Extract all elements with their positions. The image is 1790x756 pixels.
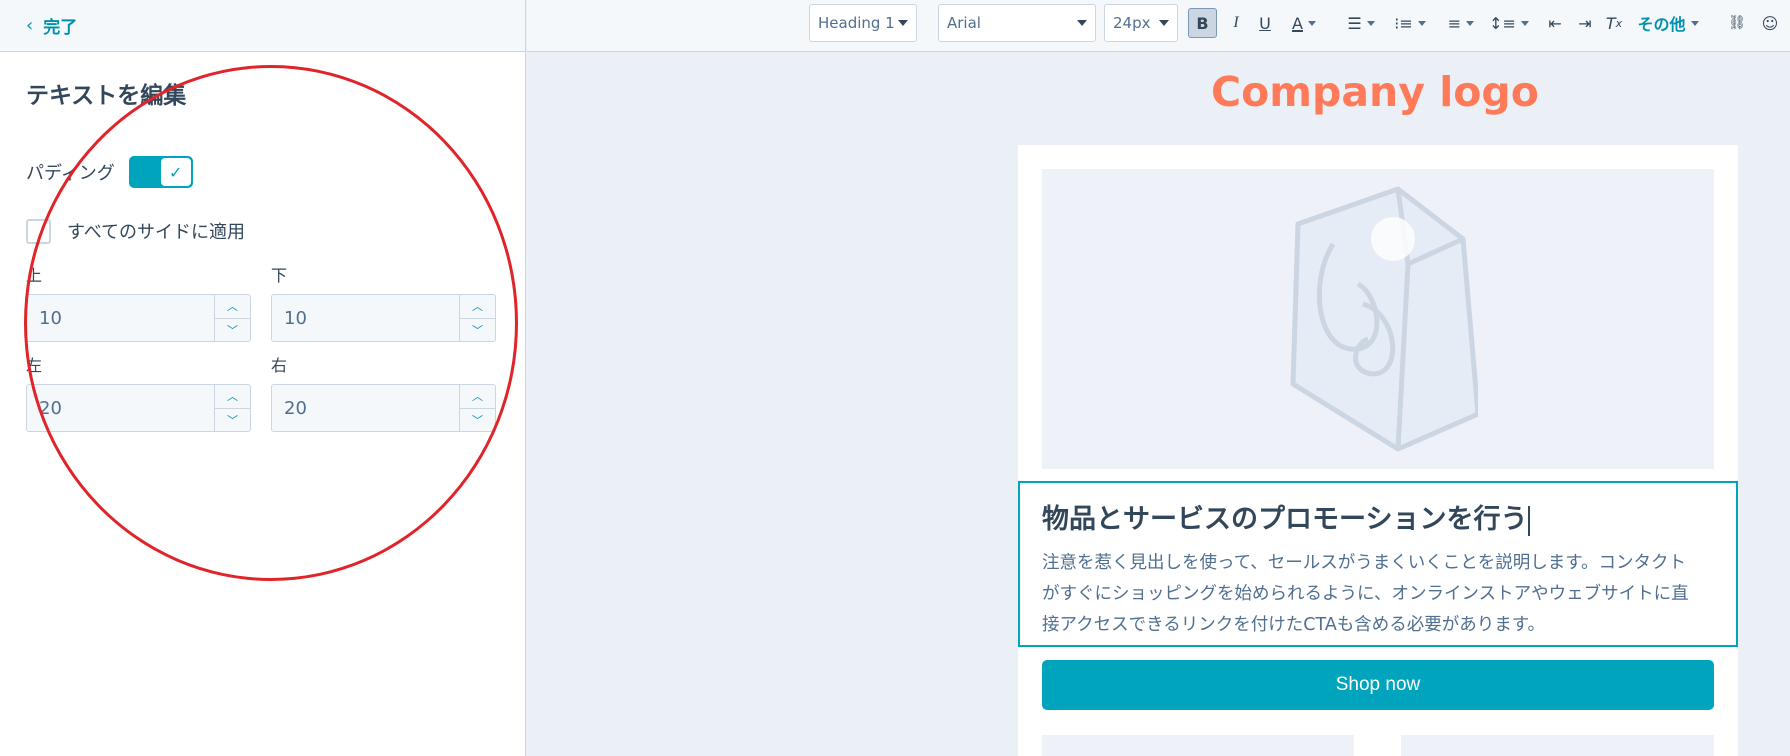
emoji-button[interactable]: ☺ (1759, 8, 1781, 38)
decrement-icon[interactable]: ﹀ (460, 319, 495, 342)
decrement-icon[interactable]: ﹀ (460, 409, 495, 432)
bottom-padding-stepper[interactable]: 10 ︿ ﹀ (271, 294, 496, 342)
underline-button[interactable]: U (1253, 8, 1277, 38)
done-label: 完了 (43, 18, 78, 38)
chevron-left-icon: ‹ (26, 15, 34, 36)
increment-icon[interactable]: ︿ (215, 295, 250, 319)
panel-title: テキストを編集 (26, 83, 187, 109)
bullet-list-button[interactable]: ⁝≡ (1387, 8, 1433, 38)
caret-down-icon (1366, 20, 1375, 26)
more-button[interactable]: その他 (1635, 8, 1701, 38)
align-button[interactable]: ☰ (1343, 8, 1379, 38)
apply-all-row: すべてのサイドに適用 (26, 218, 245, 244)
increment-icon[interactable]: ︿ (460, 295, 495, 319)
padding-row: パディング ✓ (26, 156, 193, 188)
clear-format-button[interactable]: Tx (1603, 8, 1625, 38)
indent-button[interactable]: ⇥ (1574, 8, 1596, 38)
hero-image[interactable] (1042, 169, 1714, 469)
caret-down-icon (1520, 20, 1529, 26)
text-color-button[interactable]: A (1281, 8, 1327, 38)
caret-down-icon (1466, 20, 1475, 26)
decrement-icon[interactable]: ﹀ (215, 319, 250, 342)
outdent-button[interactable]: ⇤ (1544, 8, 1566, 38)
text-style-select[interactable]: Heading 1 (809, 4, 917, 42)
italic-button[interactable]: I (1224, 8, 1248, 38)
product-image-left[interactable] (1042, 735, 1354, 756)
font-family-value: Arial (947, 14, 981, 32)
bold-button[interactable]: B (1188, 8, 1217, 38)
numbered-list-icon: ≡ (1447, 13, 1462, 33)
check-icon: ✓ (159, 157, 192, 187)
caret-down-icon (1417, 20, 1426, 26)
left-padding-stepper[interactable]: 20 ︿ ﹀ (26, 384, 251, 432)
right-padding-label: 右 (271, 356, 288, 375)
text-cursor (1528, 505, 1531, 536)
font-family-select[interactable]: Arial (938, 4, 1096, 42)
align-left-icon: ☰ (1347, 13, 1362, 33)
caret-down-icon (1307, 20, 1316, 26)
top-padding-label: 上 (26, 266, 43, 285)
line-height-button[interactable]: ↕≡ (1489, 8, 1529, 38)
body-line: 接アクセスできるリンクを付けたCTAも含める必要があります。 (1042, 615, 1546, 635)
left-padding-label: 左 (26, 356, 43, 375)
link-icon: ⛓ (1728, 15, 1746, 31)
right-padding-stepper[interactable]: 20 ︿ ﹀ (271, 384, 496, 432)
line-height-icon: ↕≡ (1489, 13, 1516, 33)
rich-text-toolbar: Heading 1 Arial 24px B I U A ☰ ⁝≡ ≡ ↕≡ ⇤… (527, 0, 1790, 52)
panel-header: ‹ 完了 (0, 0, 525, 52)
shopping-bag-icon (1290, 186, 1478, 452)
decrement-icon[interactable]: ﹀ (215, 409, 250, 432)
bottom-padding-input[interactable]: 10 (272, 295, 459, 341)
link-button[interactable]: ⛓ (1727, 8, 1747, 38)
indent-icon: ⇥ (1578, 13, 1592, 33)
email-heading[interactable]: 物品とサービスのプロモーションを行う (1042, 497, 1714, 536)
bullet-list-icon: ⁝≡ (1394, 13, 1413, 33)
top-padding-stepper[interactable]: 10 ︿ ﹀ (26, 294, 251, 342)
left-padding-input[interactable]: 20 (27, 385, 214, 431)
text-module[interactable]: 物品とサービスのプロモーションを行う 注意を惹く見出しを使って、セールスがうまく… (1018, 481, 1738, 647)
more-label: その他 (1637, 15, 1686, 34)
padding-label: パディング (26, 163, 115, 184)
product-image-right[interactable] (1401, 735, 1714, 756)
bottom-padding-label: 下 (271, 266, 288, 285)
caret-down-icon (898, 20, 908, 26)
apply-all-checkbox[interactable] (26, 218, 51, 244)
font-size-select[interactable]: 24px (1104, 4, 1178, 42)
caret-down-icon (1690, 20, 1699, 26)
apply-all-label: すべてのサイドに適用 (67, 222, 246, 243)
increment-icon[interactable]: ︿ (215, 385, 250, 409)
outdent-icon: ⇤ (1548, 13, 1562, 33)
emoji-icon: ☺ (1761, 13, 1779, 33)
font-size-value: 24px (1113, 14, 1151, 32)
clear-format-icon: T (1605, 13, 1616, 33)
done-back-link[interactable]: ‹ 完了 (26, 13, 77, 38)
email-heading-text: 物品とサービスのプロモーションを行う (1042, 504, 1528, 535)
email-body-text[interactable]: 注意を惹く見出しを使って、セールスがうまくいくことを説明します。コンタクト がす… (1042, 548, 1714, 641)
body-line: 注意を惹く見出しを使って、セールスがうまくいくことを説明します。コンタクト (1042, 553, 1686, 573)
caret-down-icon (1159, 20, 1169, 26)
right-padding-input[interactable]: 20 (272, 385, 459, 431)
shop-now-button[interactable]: Shop now (1042, 660, 1714, 710)
numbered-list-button[interactable]: ≡ (1441, 8, 1481, 38)
increment-icon[interactable]: ︿ (460, 385, 495, 409)
company-logo[interactable]: Company logo (1100, 68, 1650, 116)
text-style-value: Heading 1 (818, 14, 895, 32)
top-padding-input[interactable]: 10 (27, 295, 214, 341)
text-color-icon: A (1292, 13, 1303, 33)
body-line: がすぐにショッピングを始められるように、オンラインストアやウェブサイトに直 (1042, 584, 1689, 604)
padding-toggle[interactable]: ✓ (128, 156, 193, 188)
caret-down-icon (1077, 20, 1087, 26)
edit-text-panel: ‹ 完了 テキストを編集 パディング ✓ すべてのサイドに適用 上 10 ︿ ﹀… (0, 0, 526, 756)
